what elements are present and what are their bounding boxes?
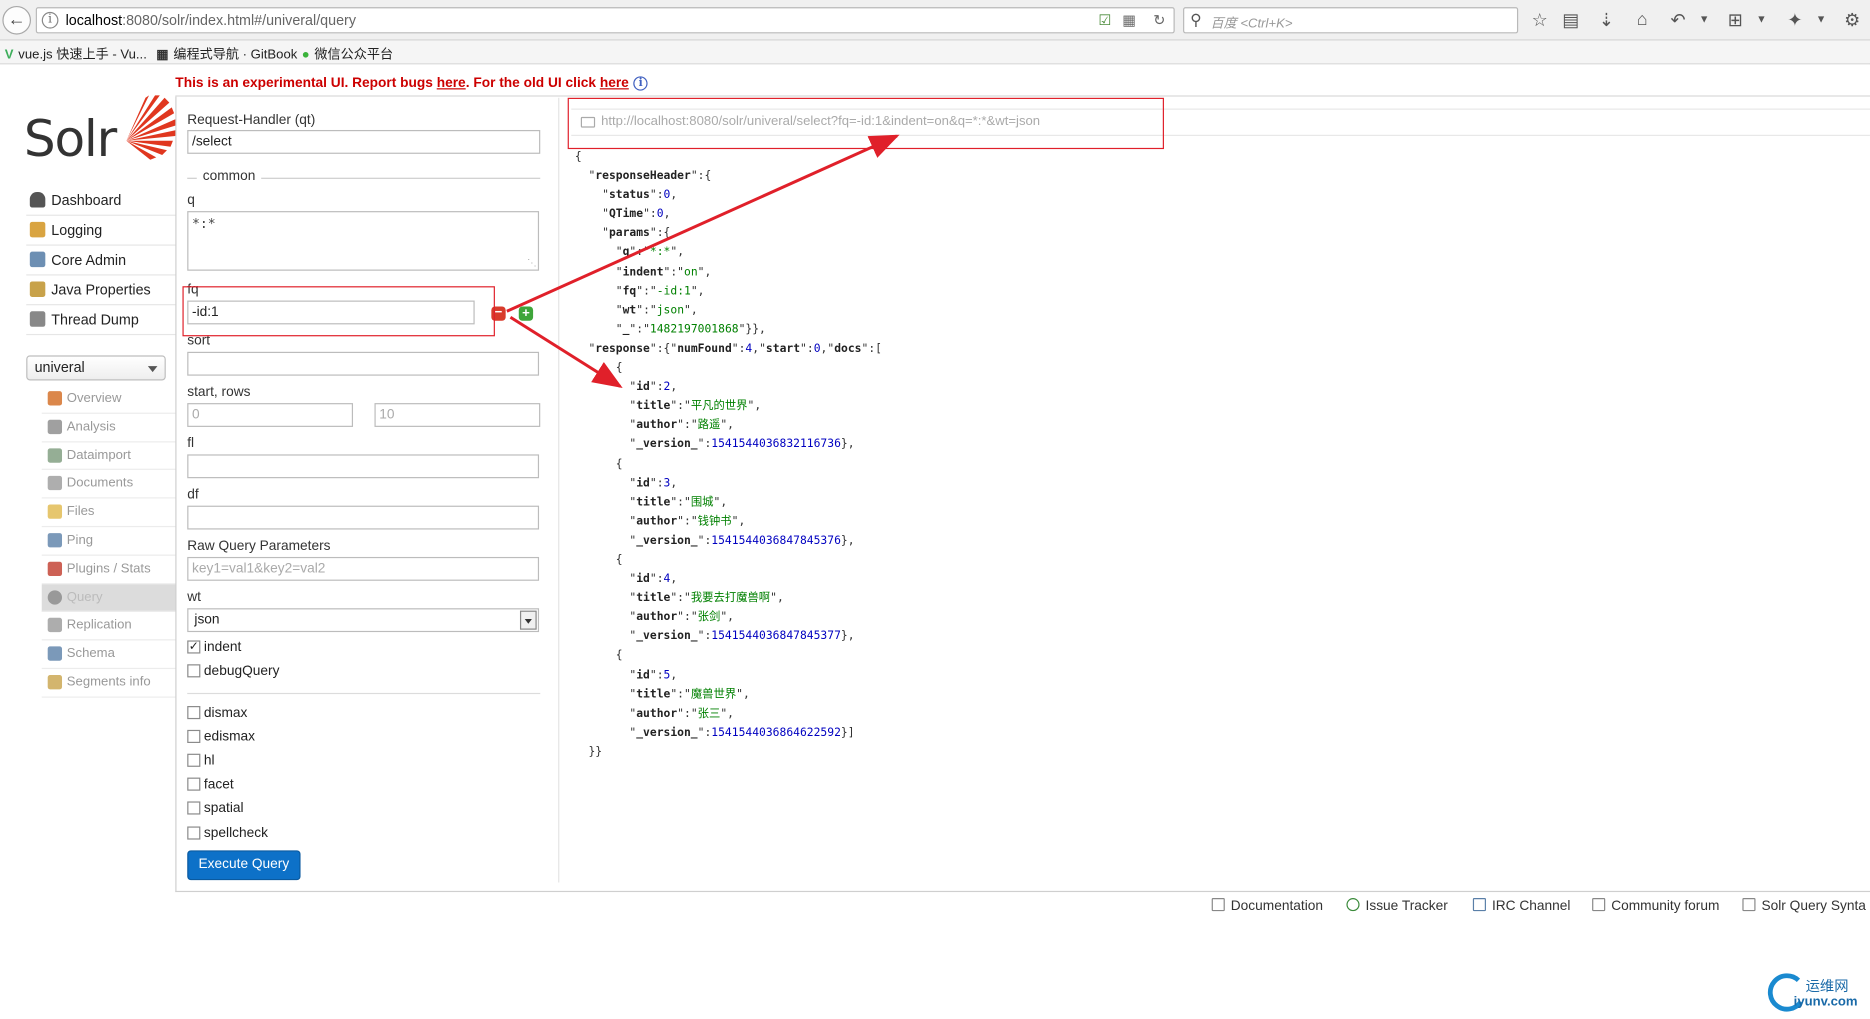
footer-community-forum[interactable]: Community forum bbox=[1592, 898, 1719, 914]
footer-irc-channel[interactable]: IRC Channel bbox=[1472, 898, 1570, 914]
footer-documentation[interactable]: Documentation bbox=[1211, 898, 1323, 914]
watermark-logo: 运维网 iyunv.com bbox=[1765, 971, 1870, 1019]
footer-query-syntax[interactable]: Solr Query Synta bbox=[1742, 898, 1866, 914]
bug-icon bbox=[1346, 898, 1360, 912]
irc-icon bbox=[1472, 898, 1486, 912]
arrow-to-docs bbox=[509, 315, 623, 388]
syntax-icon bbox=[1742, 898, 1756, 912]
documentation-icon bbox=[1211, 898, 1225, 912]
watermark-domain: iyunv.com bbox=[1793, 994, 1858, 1009]
arrow-to-url bbox=[506, 134, 900, 313]
footer-issue-tracker[interactable]: Issue Tracker bbox=[1346, 898, 1448, 914]
screen: ← i localhost:8080/solr/index.html#/univ… bbox=[0, 0, 1870, 1018]
mail-icon bbox=[1592, 898, 1606, 912]
annotation-arrows bbox=[506, 134, 900, 388]
watermark-text: 运维网 bbox=[1805, 977, 1849, 995]
